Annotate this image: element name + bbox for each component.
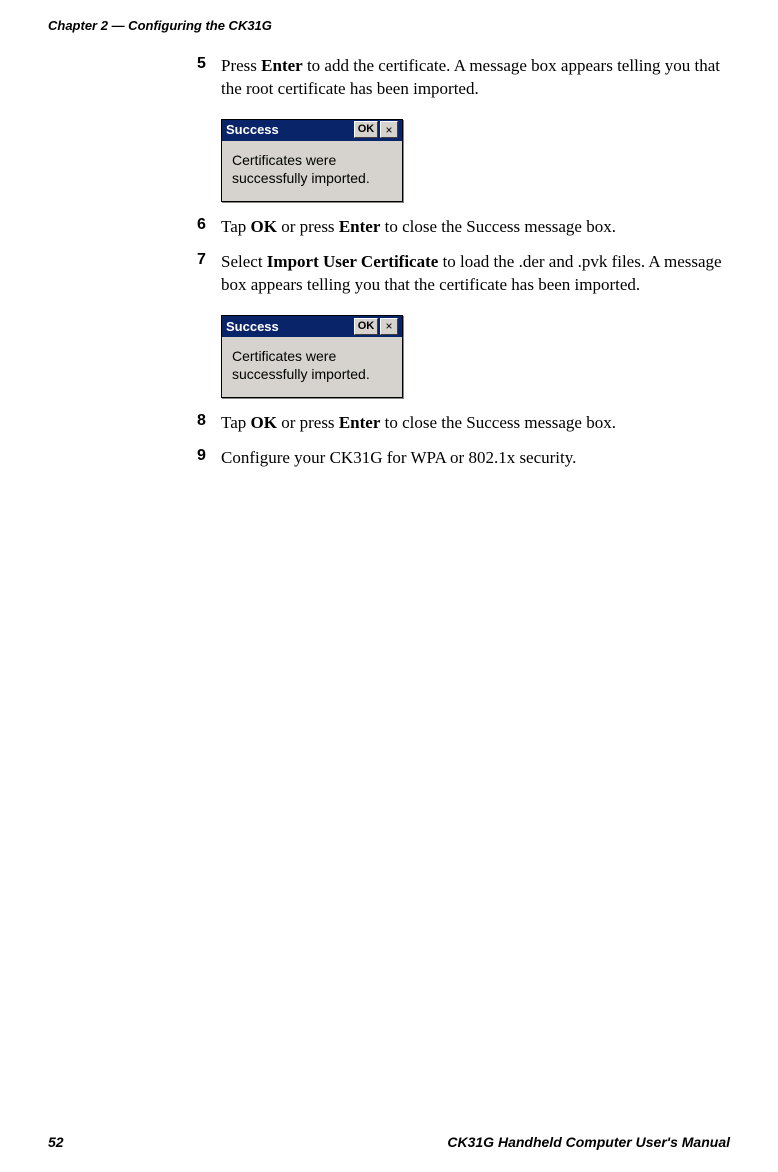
page-header: Chapter 2 — Configuring the CK31G [48,18,272,33]
step-number: 8 [197,412,221,430]
step-6: 6 Tap OK or press Enter to close the Suc… [197,216,725,239]
step-5: 5 Press Enter to add the certificate. A … [197,55,725,101]
text-fragment: to close the Success message box. [380,413,616,432]
text-fragment: Tap [221,217,251,236]
main-content: 5 Press Enter to add the certificate. A … [197,55,725,482]
text-fragment: or press [277,413,339,432]
text-fragment: Select [221,252,267,271]
manual-title: CK31G Handheld Computer User's Manual [447,1134,730,1150]
ok-button[interactable]: OK [354,318,378,335]
dialog-body: Certificates were successfully imported. [222,337,402,397]
step-number: 6 [197,216,221,234]
page-number: 52 [48,1134,64,1150]
bold-enter: Enter [261,56,303,75]
dialog-title: Success [226,122,352,137]
dialog-window: Success OK × Certificates were successfu… [221,119,403,202]
step-number: 5 [197,55,221,73]
bold-enter: Enter [339,413,381,432]
step-text: Tap OK or press Enter to close the Succe… [221,412,725,435]
close-button[interactable]: × [380,318,398,335]
dialog-window: Success OK × Certificates were successfu… [221,315,403,398]
text-fragment: Press [221,56,261,75]
step-8: 8 Tap OK or press Enter to close the Suc… [197,412,725,435]
step-number: 9 [197,447,221,465]
text-fragment: Tap [221,413,251,432]
step-text: Configure your CK31G for WPA or 802.1x s… [221,447,725,470]
step-text: Tap OK or press Enter to close the Succe… [221,216,725,239]
step-7: 7 Select Import User Certificate to load… [197,251,725,297]
dialog-body: Certificates were successfully imported. [222,141,402,201]
success-dialog-1: Success OK × Certificates were successfu… [221,119,725,202]
dialog-title: Success [226,319,352,334]
bold-import: Import User Certificate [267,252,439,271]
bold-enter: Enter [339,217,381,236]
step-9: 9 Configure your CK31G for WPA or 802.1x… [197,447,725,470]
text-fragment: or press [277,217,339,236]
dialog-titlebar: Success OK × [222,316,402,337]
bold-ok: OK [251,413,277,432]
step-text: Select Import User Certificate to load t… [221,251,725,297]
text-fragment: to close the Success message box. [380,217,616,236]
bold-ok: OK [251,217,277,236]
close-icon: × [385,124,392,136]
page-footer: 52 CK31G Handheld Computer User's Manual [48,1134,730,1150]
dialog-titlebar: Success OK × [222,120,402,141]
close-icon: × [385,320,392,332]
ok-button[interactable]: OK [354,121,378,138]
success-dialog-2: Success OK × Certificates were successfu… [221,315,725,398]
close-button[interactable]: × [380,121,398,138]
step-number: 7 [197,251,221,269]
step-text: Press Enter to add the certificate. A me… [221,55,725,101]
